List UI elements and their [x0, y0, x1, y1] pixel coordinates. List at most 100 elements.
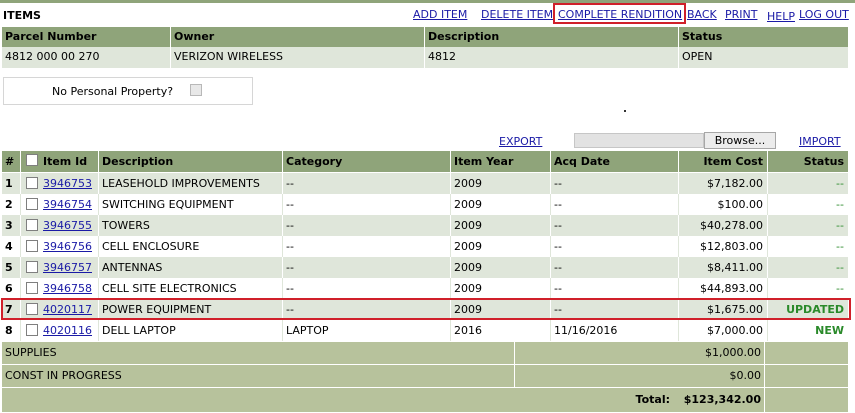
item-cost: $7,000.00 [707, 324, 763, 337]
page-title: ITEMS [3, 9, 41, 22]
num-header: # [5, 155, 15, 168]
item-category: -- [286, 282, 294, 295]
row-checkbox[interactable] [26, 198, 38, 210]
status-value: OPEN [682, 50, 713, 63]
item-description: CELL SITE ELECTRONICS [102, 282, 237, 295]
item-acq-date: -- [554, 177, 562, 190]
item-cost-header: Item Cost [703, 155, 763, 168]
total-row: Total: $123,342.00 [2, 388, 848, 412]
no-personal-property-checkbox[interactable] [190, 84, 202, 96]
item-status: -- [836, 219, 844, 232]
help-link[interactable]: HELP [767, 10, 795, 23]
item-id-link[interactable]: 3946756 [40, 236, 98, 257]
item-category: -- [286, 198, 294, 211]
delete-item-link[interactable]: DELETE ITEM [481, 8, 553, 21]
item-id-link[interactable]: 4020116 [40, 320, 98, 341]
add-item-link[interactable]: ADD ITEM [413, 8, 467, 21]
parcel-number-header: Parcel Number [5, 30, 97, 43]
item-year: 2009 [454, 282, 482, 295]
browse-button[interactable]: Browse... [704, 132, 776, 149]
row-checkbox[interactable] [26, 282, 38, 294]
item-description: SWITCHING EQUIPMENT [102, 198, 234, 211]
item-category: -- [286, 261, 294, 274]
item-cost: $44,893.00 [700, 282, 763, 295]
item-acq-date: -- [554, 198, 562, 211]
row-number: 4 [5, 240, 13, 253]
item-category: -- [286, 177, 294, 190]
item-status: -- [836, 261, 844, 274]
item-status-header: Status [803, 155, 844, 168]
const-in-progress-label: CONST IN PROGRESS [5, 369, 122, 382]
stray-dot [624, 110, 626, 112]
supplies-value: $1,000.00 [705, 346, 761, 359]
item-cost: $40,278.00 [700, 219, 763, 232]
item-id-link[interactable]: 3946753 [40, 173, 98, 194]
item-status: -- [836, 177, 844, 190]
row-checkbox[interactable] [26, 177, 38, 189]
item-id-link[interactable]: 3946758 [40, 278, 98, 299]
item-cost: $100.00 [717, 198, 764, 211]
description-value: 4812 [428, 50, 456, 63]
item-acq-date: 11/16/2016 [554, 324, 618, 337]
acq-date-header: Acq Date [554, 155, 611, 168]
item-description: TOWERS [102, 219, 150, 232]
item-acq-date: -- [554, 219, 562, 232]
item-description-header: Description [102, 155, 174, 168]
logout-link[interactable]: LOG OUT [799, 8, 849, 21]
print-link[interactable]: PRINT [725, 8, 757, 21]
item-category: -- [286, 219, 294, 232]
item-cost: $8,411.00 [707, 261, 763, 274]
item-year: 2009 [454, 240, 482, 253]
item-id-header: Item Id [43, 155, 88, 168]
item-year: 2016 [454, 324, 482, 337]
back-link[interactable]: BACK [687, 8, 717, 21]
item-category: LAPTOP [286, 324, 329, 337]
item-cost: $7,182.00 [707, 177, 763, 190]
table-row: 2 3946754 SWITCHING EQUIPMENT -- 2009 -- $100.… [2, 194, 848, 215]
no-personal-property-box: No Personal Property? [3, 77, 253, 105]
file-path-input[interactable] [574, 133, 704, 148]
row-number: 1 [5, 177, 13, 190]
row-checkbox[interactable] [26, 261, 38, 273]
total-label: Total: [635, 393, 670, 406]
item-id-link[interactable]: 3946755 [40, 215, 98, 236]
item-acq-date: -- [554, 240, 562, 253]
item-acq-date: -- [554, 282, 562, 295]
item-status: -- [836, 240, 844, 253]
complete-rendition-highlight [553, 3, 686, 24]
table-row: 3 3946755 TOWERS -- 2009 -- $40,278.00 -- [2, 215, 848, 236]
description-header: Description [428, 30, 500, 43]
item-cost: $12,803.00 [700, 240, 763, 253]
item-id-link[interactable]: 3946757 [40, 257, 98, 278]
row-checkbox[interactable] [26, 219, 38, 231]
total-value: $123,342.00 [683, 393, 761, 406]
const-in-progress-value: $0.00 [729, 369, 762, 382]
item-description: ANTENNAS [102, 261, 163, 274]
item-year: 2009 [454, 261, 482, 274]
top-strip [0, 0, 855, 3]
item-description: DELL LAPTOP [102, 324, 176, 337]
item-description: LEASEHOLD IMPROVEMENTS [102, 177, 260, 190]
item-year: 2009 [454, 219, 482, 232]
item-year: 2009 [454, 198, 482, 211]
export-link[interactable]: EXPORT [499, 135, 542, 148]
row-number: 5 [5, 261, 13, 274]
owner-value: VERIZON WIRELESS [174, 50, 284, 63]
parcel-number-value: 4812 000 00 270 [5, 50, 100, 63]
status-header: Status [682, 30, 723, 43]
supplies-label: SUPPLIES [5, 346, 57, 359]
row-checkbox[interactable] [26, 324, 38, 336]
row-checkbox[interactable] [26, 240, 38, 252]
item-status: NEW [815, 324, 844, 337]
parcel-header-row: Parcel Number Owner Description Status [2, 27, 848, 47]
item-category: -- [286, 240, 294, 253]
table-row: 8 4020116 DELL LAPTOP LAPTOP 2016 11/16/2016 $… [2, 320, 848, 341]
row-number: 2 [5, 198, 13, 211]
owner-header: Owner [174, 30, 215, 43]
select-all-checkbox[interactable] [26, 154, 38, 166]
item-id-link[interactable]: 3946754 [40, 194, 98, 215]
import-link[interactable]: IMPORT [799, 135, 841, 148]
item-acq-date: -- [554, 261, 562, 274]
item-year: 2009 [454, 177, 482, 190]
row-7-highlight [1, 298, 851, 320]
